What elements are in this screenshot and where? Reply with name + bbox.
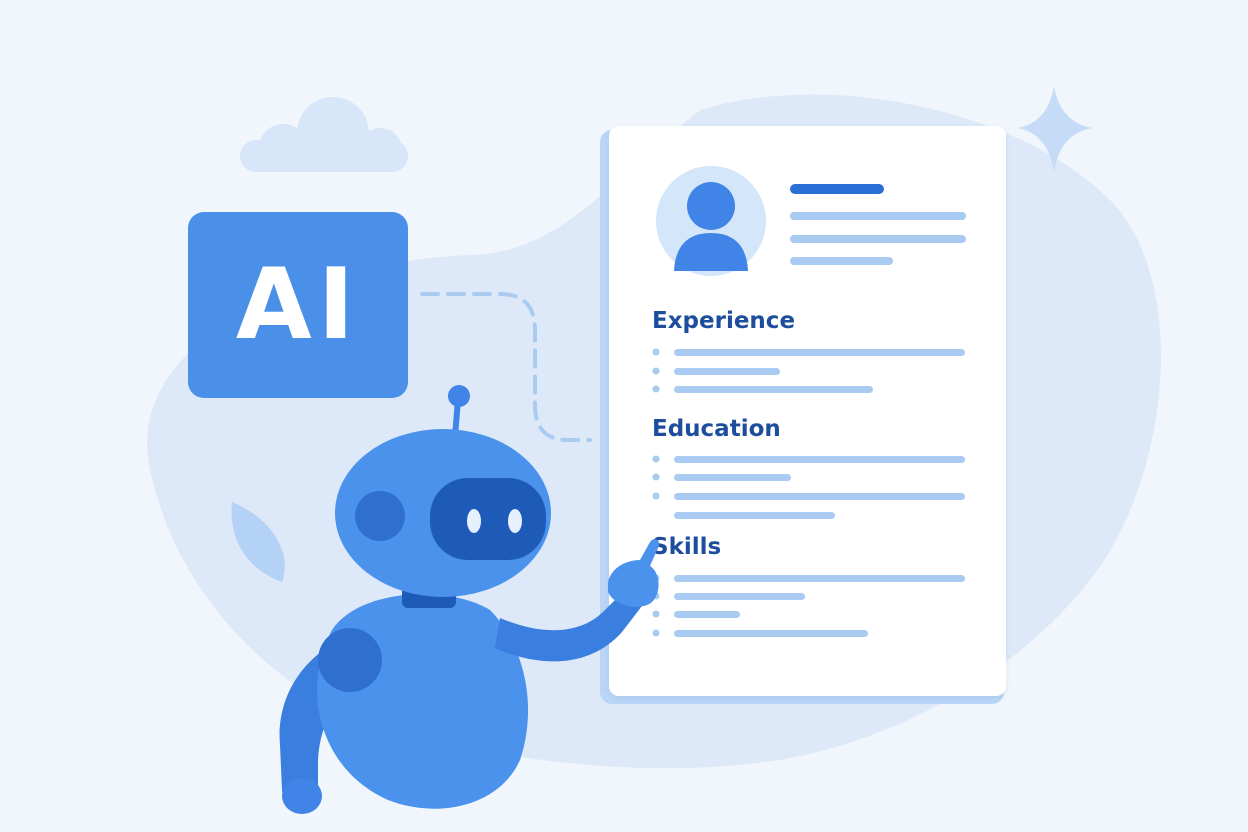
robot-eye (467, 509, 481, 533)
robot-visor (430, 478, 546, 560)
robot-eye (508, 509, 522, 533)
robot-body (317, 594, 529, 809)
robot-illustration (279, 385, 660, 814)
robot-antenna-tip (448, 385, 470, 407)
robot-hand (608, 539, 660, 607)
robot-shoulder (318, 628, 382, 692)
robot-ear (355, 491, 405, 541)
